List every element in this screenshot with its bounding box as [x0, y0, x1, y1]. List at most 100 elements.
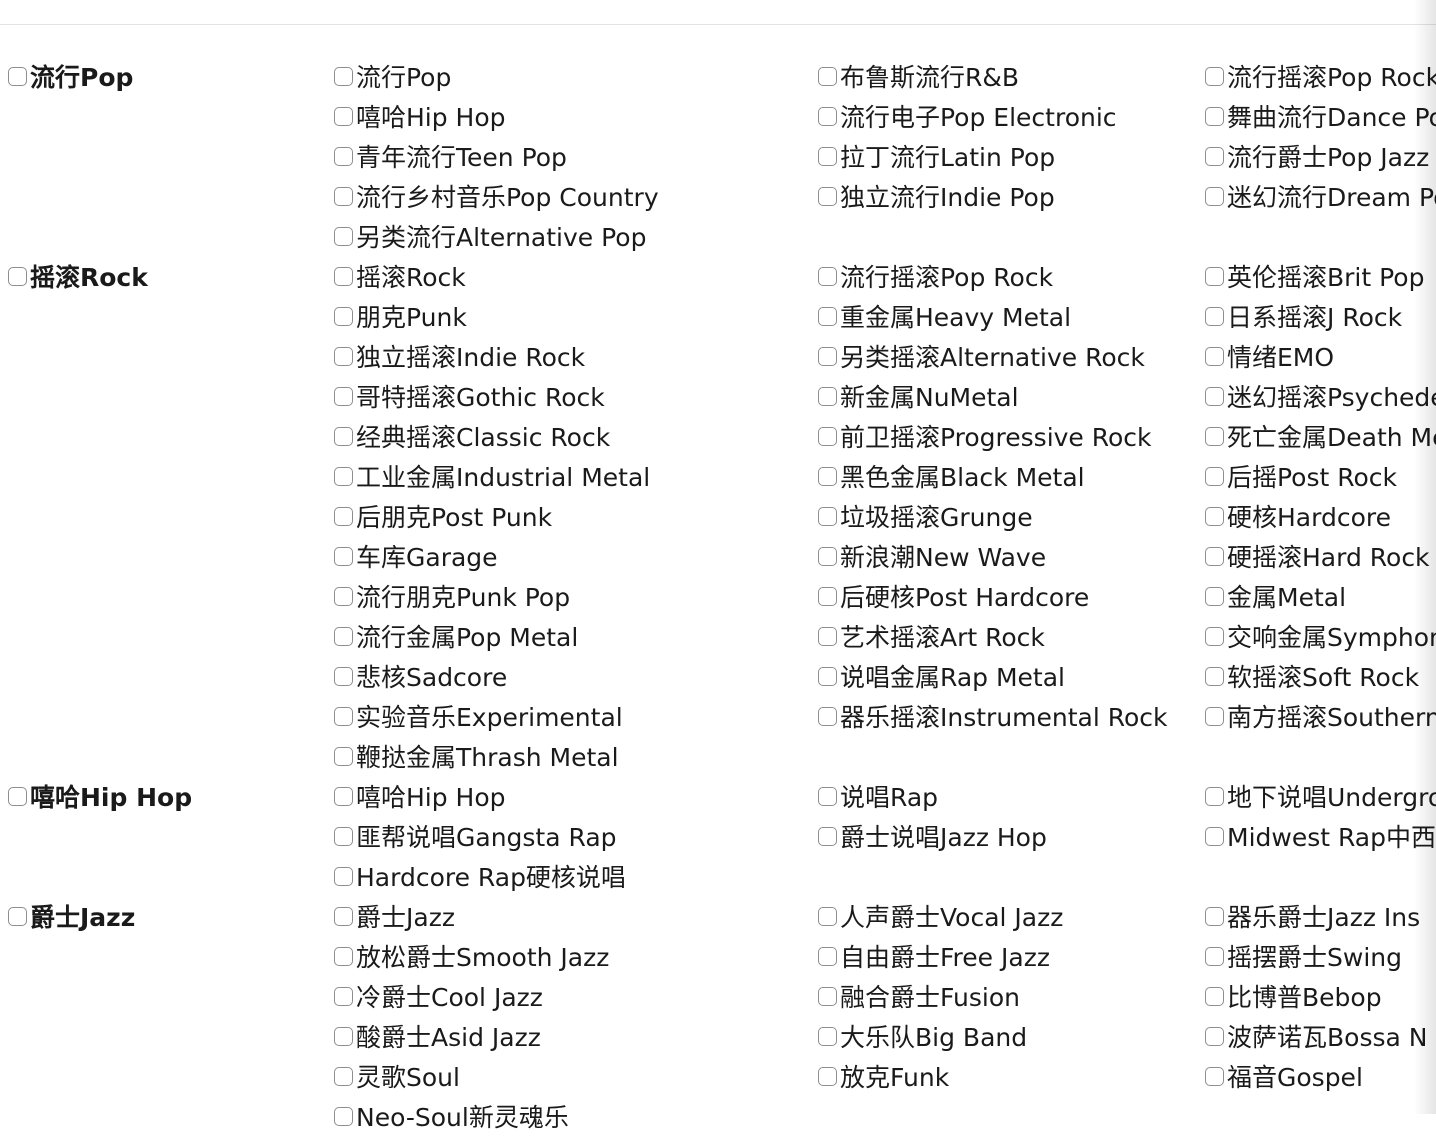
checkbox-icon[interactable] — [1205, 666, 1224, 686]
genre-checkbox-swing[interactable]: 摇摆爵士Swing — [1205, 936, 1436, 976]
genre-checkbox-progressive-rock[interactable]: 前卫摇滚Progressive Rock — [818, 416, 1205, 456]
genre-checkbox-new-wave[interactable]: 新浪潮New Wave — [818, 536, 1205, 576]
checkbox-icon[interactable] — [818, 666, 837, 686]
genre-checkbox-gothic-rock[interactable]: 哥特摇滚Gothic Rock — [334, 376, 818, 416]
checkbox-icon[interactable] — [334, 66, 353, 86]
checkbox-icon[interactable] — [1205, 626, 1224, 646]
checkbox-icon[interactable] — [1205, 786, 1224, 806]
checkbox-icon[interactable] — [1205, 346, 1224, 366]
genre-checkbox-instrumental-rock[interactable]: 器乐摇滚Instrumental Rock — [818, 696, 1205, 736]
genre-checkbox-pop-rock[interactable]: 流行摇滚Pop Rock — [1205, 56, 1436, 96]
checkbox-icon[interactable] — [1205, 266, 1224, 286]
checkbox-icon[interactable] — [8, 66, 27, 86]
genre-checkbox-jazz-ins[interactable]: 器乐爵士Jazz Ins — [1205, 896, 1436, 936]
genre-checkbox-brit-pop[interactable]: 英伦摇滚Brit Pop — [1205, 256, 1436, 296]
checkbox-icon[interactable] — [818, 826, 837, 846]
checkbox-icon[interactable] — [334, 546, 353, 566]
genre-checkbox-cool-jazz[interactable]: 冷爵士Cool Jazz — [334, 976, 818, 1016]
checkbox-icon[interactable] — [8, 786, 27, 806]
checkbox-icon[interactable] — [818, 506, 837, 526]
genre-checkbox-thrash-metal[interactable]: 鞭挞金属Thrash Metal — [334, 736, 818, 776]
checkbox-icon[interactable] — [818, 66, 837, 86]
genre-checkbox-dream-pop[interactable]: 迷幻流行Dream Pop — [1205, 176, 1436, 216]
genre-checkbox-art-rock[interactable]: 艺术摇滚Art Rock — [818, 616, 1205, 656]
genre-checkbox-free-jazz[interactable]: 自由爵士Free Jazz — [818, 936, 1205, 976]
checkbox-icon[interactable] — [1205, 706, 1224, 726]
genre-checkbox-teen-pop[interactable]: 青年流行Teen Pop — [334, 136, 818, 176]
genre-checkbox-fusion[interactable]: 融合爵士Fusion — [818, 976, 1205, 1016]
checkbox-icon[interactable] — [818, 426, 837, 446]
genre-checkbox-garage[interactable]: 车库Garage — [334, 536, 818, 576]
checkbox-icon[interactable] — [1205, 1026, 1224, 1046]
checkbox-icon[interactable] — [818, 946, 837, 966]
checkbox-icon[interactable] — [818, 546, 837, 566]
checkbox-icon[interactable] — [818, 1066, 837, 1086]
genre-checkbox-heavy-metal[interactable]: 重金属Heavy Metal — [818, 296, 1205, 336]
group-checkbox-pop[interactable]: 流行Pop — [8, 56, 133, 96]
genre-checkbox-experimental[interactable]: 实验音乐Experimental — [334, 696, 818, 736]
genre-checkbox-neo-soul[interactable]: Neo-Soul新灵魂乐 — [334, 1096, 818, 1136]
checkbox-icon[interactable] — [334, 186, 353, 206]
genre-checkbox-punk-pop[interactable]: 流行朋克Punk Pop — [334, 576, 818, 616]
group-checkbox-hip-hop[interactable]: 嘻哈Hip Hop — [8, 776, 192, 816]
checkbox-icon[interactable] — [334, 666, 353, 686]
checkbox-icon[interactable] — [1205, 546, 1224, 566]
genre-checkbox-bebop[interactable]: 比博普Bebop — [1205, 976, 1436, 1016]
checkbox-icon[interactable] — [334, 266, 353, 286]
checkbox-icon[interactable] — [818, 466, 837, 486]
genre-checkbox-latin-pop[interactable]: 拉丁流行Latin Pop — [818, 136, 1205, 176]
genre-checkbox-post-rock[interactable]: 后摇Post Rock — [1205, 456, 1436, 496]
checkbox-icon[interactable] — [818, 706, 837, 726]
checkbox-icon[interactable] — [334, 946, 353, 966]
checkbox-icon[interactable] — [1205, 506, 1224, 526]
genre-checkbox-rock[interactable]: 摇滚Rock — [334, 256, 818, 296]
checkbox-icon[interactable] — [818, 386, 837, 406]
checkbox-icon[interactable] — [334, 306, 353, 326]
genre-checkbox-pop-metal[interactable]: 流行金属Pop Metal — [334, 616, 818, 656]
checkbox-icon[interactable] — [334, 826, 353, 846]
checkbox-icon[interactable] — [818, 1026, 837, 1046]
checkbox-icon[interactable] — [1205, 386, 1224, 406]
genre-checkbox-rap-metal[interactable]: 说唱金属Rap Metal — [818, 656, 1205, 696]
checkbox-icon[interactable] — [8, 906, 27, 926]
checkbox-icon[interactable] — [334, 386, 353, 406]
genre-checkbox-metal[interactable]: 金属Metal — [1205, 576, 1436, 616]
checkbox-icon[interactable] — [818, 786, 837, 806]
checkbox-icon[interactable] — [8, 266, 27, 286]
checkbox-icon[interactable] — [334, 1106, 353, 1126]
genre-checkbox-r-b[interactable]: 布鲁斯流行R&B — [818, 56, 1205, 96]
checkbox-icon[interactable] — [334, 986, 353, 1006]
genre-checkbox-bossa-n[interactable]: 波萨诺瓦Bossa N — [1205, 1016, 1436, 1056]
group-checkbox-jazz[interactable]: 爵士Jazz — [8, 896, 135, 936]
genre-checkbox-industrial-metal[interactable]: 工业金属Industrial Metal — [334, 456, 818, 496]
genre-checkbox-smooth-jazz[interactable]: 放松爵士Smooth Jazz — [334, 936, 818, 976]
checkbox-icon[interactable] — [818, 346, 837, 366]
genre-checkbox-pop[interactable]: 流行Pop — [334, 56, 818, 96]
genre-checkbox-classic-rock[interactable]: 经典摇滚Classic Rock — [334, 416, 818, 456]
group-checkbox-rock[interactable]: 摇滚Rock — [8, 256, 148, 296]
checkbox-icon[interactable] — [334, 786, 353, 806]
checkbox-icon[interactable] — [818, 586, 837, 606]
genre-checkbox-indie-rock[interactable]: 独立摇滚Indie Rock — [334, 336, 818, 376]
genre-checkbox-funk[interactable]: 放克Funk — [818, 1056, 1205, 1096]
checkbox-icon[interactable] — [818, 306, 837, 326]
checkbox-icon[interactable] — [1205, 1066, 1224, 1086]
genre-checkbox-jazz[interactable]: 爵士Jazz — [334, 896, 818, 936]
checkbox-icon[interactable] — [818, 906, 837, 926]
genre-checkbox-soft-rock[interactable]: 软摇滚Soft Rock — [1205, 656, 1436, 696]
genre-checkbox-vocal-jazz[interactable]: 人声爵士Vocal Jazz — [818, 896, 1205, 936]
genre-checkbox-punk[interactable]: 朋克Punk — [334, 296, 818, 336]
genre-checkbox-jazz-hop[interactable]: 爵士说唱Jazz Hop — [818, 816, 1205, 856]
genre-checkbox-pop-electronic[interactable]: 流行电子Pop Electronic — [818, 96, 1205, 136]
genre-checkbox-emo[interactable]: 情绪EMO — [1205, 336, 1436, 376]
genre-checkbox-hardcore-rap[interactable]: Hardcore Rap硬核说唱 — [334, 856, 818, 896]
genre-checkbox-pop-jazz[interactable]: 流行爵士Pop Jazz — [1205, 136, 1436, 176]
checkbox-icon[interactable] — [1205, 146, 1224, 166]
checkbox-icon[interactable] — [818, 986, 837, 1006]
genre-checkbox-death-metal[interactable]: 死亡金属Death Metal — [1205, 416, 1436, 456]
genre-checkbox-midwest-rap[interactable]: Midwest Rap中西 — [1205, 816, 1436, 856]
genre-checkbox-post-hardcore[interactable]: 后硬核Post Hardcore — [818, 576, 1205, 616]
genre-checkbox-hip-hop[interactable]: 嘻哈Hip Hop — [334, 776, 818, 816]
checkbox-icon[interactable] — [818, 626, 837, 646]
genre-checkbox-southern[interactable]: 南方摇滚Southern — [1205, 696, 1436, 736]
